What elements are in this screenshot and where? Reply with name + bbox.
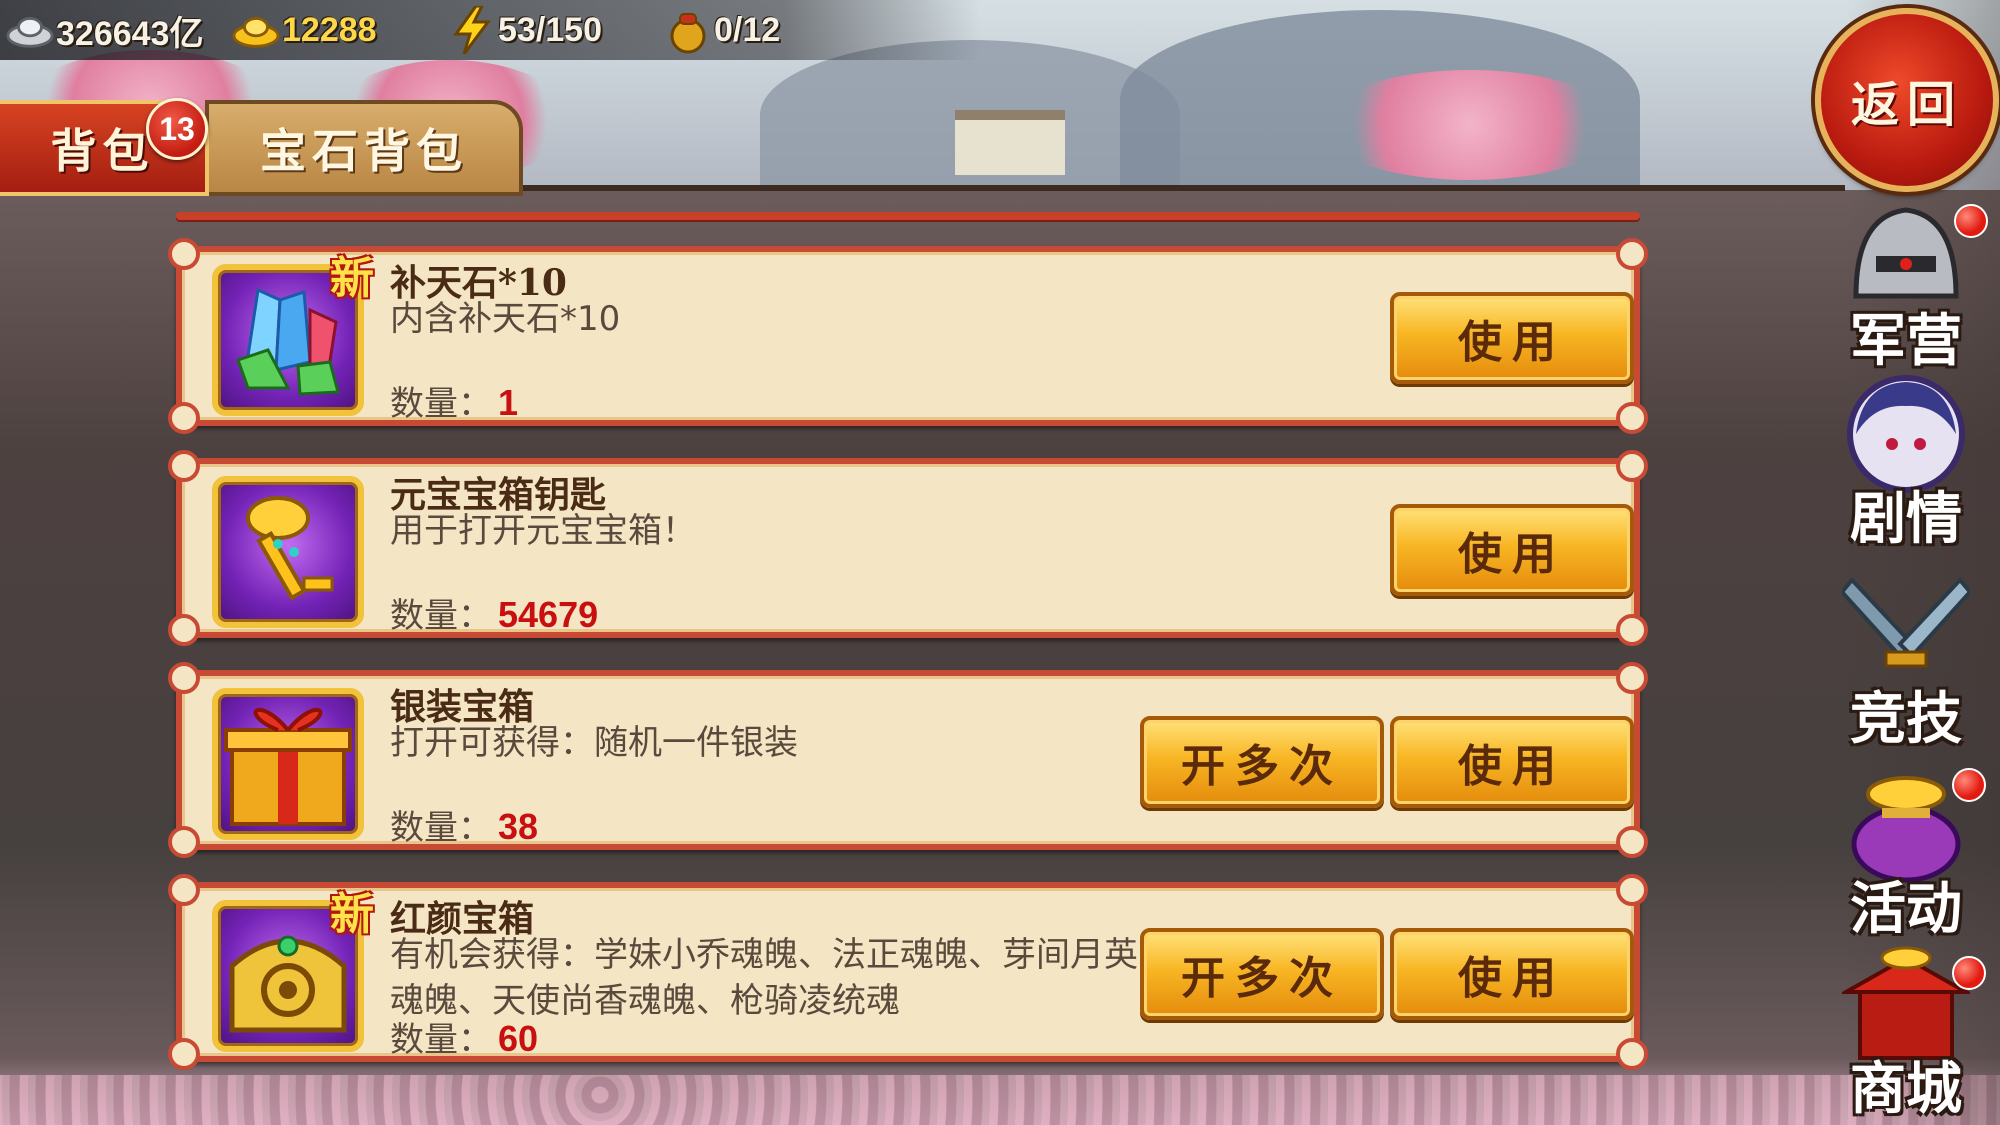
gold-amount: 12288 — [282, 10, 377, 49]
list-top-rule — [176, 212, 1640, 220]
silver-ingot-icon — [6, 6, 54, 54]
corner-ornament — [168, 874, 200, 906]
item-quantity: 数量： 1 — [390, 376, 518, 425]
list-item: 银装宝箱 打开可获得：随机一件银装 数量： 38 开多次 使用 — [168, 662, 1648, 858]
quantity-label: 数量： — [390, 1020, 492, 1060]
money-pouch-icon — [664, 6, 712, 54]
corner-ornament — [1616, 402, 1648, 434]
tab-gem-backpack[interactable]: 宝石背包 — [205, 100, 523, 196]
item-quantity: 数量： 54679 — [390, 588, 598, 637]
nav-arena-label: 竞技 — [1850, 686, 1962, 752]
new-tag: 新 — [330, 889, 374, 940]
nav-shop-label: 商城 — [1850, 1056, 1962, 1122]
list-item: 新 红颜宝箱 有机会获得：学妹小乔魂魄、法正魂魄、芽间月英魂魄、天使尚香魂魄、枪… — [168, 874, 1648, 1070]
nav-events-button[interactable]: 活动 — [1826, 764, 1986, 944]
pouch-amount: 0/12 — [714, 10, 781, 49]
quantity-value: 54679 — [498, 594, 599, 635]
tab-backpack-label: 背包 — [50, 124, 155, 178]
nav-story-button[interactable]: 剧情 — [1826, 374, 1986, 554]
quantity-label: 数量： — [390, 596, 492, 636]
corner-ornament — [168, 614, 200, 646]
corner-ornament — [1616, 662, 1648, 694]
notification-dot — [1952, 768, 1986, 802]
corner-ornament — [1616, 238, 1648, 270]
notification-dot — [1954, 204, 1988, 238]
gift-box-icon[interactable] — [212, 688, 364, 840]
gold-ingot-icon — [232, 6, 280, 54]
pouch-resource: 0/12 — [664, 6, 780, 54]
corner-ornament — [168, 450, 200, 482]
lightning-icon — [448, 6, 496, 54]
stamina-resource: 53/150 — [448, 6, 602, 54]
corner-ornament — [1616, 874, 1648, 906]
item-description: 打开可获得：随机一件银装 — [390, 723, 798, 763]
item-description: 内含补天石*10 — [390, 299, 621, 339]
nav-story-label: 剧情 — [1850, 486, 1962, 552]
back-button[interactable]: 返回 — [1815, 8, 1999, 192]
item-description: 有机会获得：学妹小乔魂魄、法正魂魄、芽间月英魂魄、天使尚香魂魄、枪骑凌统魂 — [390, 935, 1138, 1021]
blossom-decoration — [1320, 70, 1620, 180]
quantity-label: 数量： — [390, 384, 492, 424]
golden-key-icon[interactable] — [212, 476, 364, 628]
open-multiple-button[interactable]: 开多次 — [1140, 928, 1384, 1020]
nav-shop-button[interactable]: 商城 — [1826, 944, 1986, 1124]
use-button[interactable]: 使用 — [1390, 716, 1634, 808]
corner-ornament — [168, 1038, 200, 1070]
corner-ornament — [168, 662, 200, 694]
list-item: 新 补天石*10 内含补天石*10 数量： 1 使用 — [168, 238, 1648, 434]
item-quantity: 数量： 38 — [390, 800, 538, 849]
corner-ornament — [168, 238, 200, 270]
nav-barracks-label: 军营 — [1850, 308, 1962, 374]
quantity-value: 60 — [498, 1018, 539, 1059]
new-tag: 新 — [330, 253, 374, 304]
nav-events-label: 活动 — [1850, 876, 1962, 942]
quantity-value: 38 — [498, 806, 539, 847]
silver-amount: 326643亿 — [56, 14, 204, 53]
nav-barracks-button[interactable]: 军营 — [1826, 196, 1988, 376]
item-quantity: 数量： 60 — [390, 1012, 538, 1061]
item-description: 用于打开元宝宝箱！ — [390, 511, 696, 551]
quantity-label: 数量： — [390, 808, 492, 848]
backpack-count-badge: 13 — [146, 98, 208, 160]
corner-ornament — [1616, 1038, 1648, 1070]
use-button[interactable]: 使用 — [1390, 928, 1634, 1020]
gold-resource: 12288 — [232, 6, 377, 54]
corner-ornament — [168, 402, 200, 434]
use-button[interactable]: 使用 — [1390, 504, 1634, 596]
silver-resource: 326643亿 — [6, 6, 203, 54]
corner-ornament — [168, 826, 200, 858]
blossom-decoration — [0, 1075, 2000, 1125]
quantity-value: 1 — [498, 382, 519, 423]
nav-arena-button[interactable]: 竞技 — [1826, 574, 1986, 754]
use-button[interactable]: 使用 — [1390, 292, 1634, 384]
open-multiple-button[interactable]: 开多次 — [1140, 716, 1384, 808]
corner-ornament — [1616, 450, 1648, 482]
pavilion-decoration — [955, 110, 1065, 175]
notification-dot — [1952, 956, 1986, 990]
corner-ornament — [1616, 614, 1648, 646]
list-item: 元宝宝箱钥匙 用于打开元宝宝箱！ 数量： 54679 使用 — [168, 450, 1648, 646]
corner-ornament — [1616, 826, 1648, 858]
stamina-amount: 53/150 — [498, 10, 602, 49]
